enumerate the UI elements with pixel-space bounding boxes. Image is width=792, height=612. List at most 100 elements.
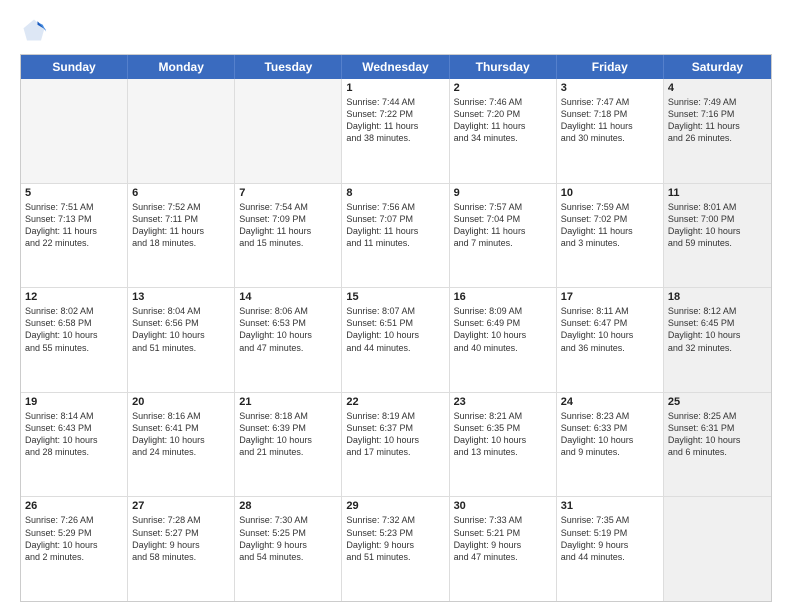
cell-info-text: Sunrise: 8:23 AM Sunset: 6:33 PM Dayligh…	[561, 410, 659, 459]
cell-info-text: Sunrise: 7:52 AM Sunset: 7:11 PM Dayligh…	[132, 201, 230, 250]
day-number: 23	[454, 396, 552, 408]
weekday-header-thursday: Thursday	[450, 55, 557, 79]
logo	[20, 16, 52, 44]
cell-info-text: Sunrise: 8:04 AM Sunset: 6:56 PM Dayligh…	[132, 305, 230, 354]
calendar-cell-8: 8Sunrise: 7:56 AM Sunset: 7:07 PM Daylig…	[342, 184, 449, 288]
day-number: 4	[668, 82, 767, 94]
cell-info-text: Sunrise: 7:44 AM Sunset: 7:22 PM Dayligh…	[346, 96, 444, 145]
cell-info-text: Sunrise: 8:09 AM Sunset: 6:49 PM Dayligh…	[454, 305, 552, 354]
cell-info-text: Sunrise: 8:11 AM Sunset: 6:47 PM Dayligh…	[561, 305, 659, 354]
calendar-cell-empty-0-1	[128, 79, 235, 183]
calendar-cell-25: 25 Sunrise: 8:25 AM Sunset: 6:31 PM Dayli…	[664, 393, 771, 497]
day-number: 1	[346, 82, 444, 94]
day-number: 31	[561, 500, 659, 512]
calendar-cell-15: 15 Sunrise: 8:07 AM Sunset: 6:51 PM Dayli…	[342, 288, 449, 392]
cell-info-text: Sunrise: 8:25 AM Sunset: 6:31 PM Dayligh…	[668, 410, 767, 459]
cell-info-text: Sunrise: 8:07 AM Sunset: 6:51 PM Dayligh…	[346, 305, 444, 354]
logo-icon	[20, 16, 48, 44]
day-number: 14	[239, 291, 337, 303]
calendar-cell-31: 31 Sunrise: 7:35 AM Sunset: 5:19 PM Dayli…	[557, 497, 664, 601]
calendar-cell-9: 9 Sunrise: 7:57 AM Sunset: 7:04 PM Daylig…	[450, 184, 557, 288]
cell-info-text: Sunrise: 7:57 AM Sunset: 7:04 PM Dayligh…	[454, 201, 552, 250]
cell-info-text: Sunrise: 7:54 AM Sunset: 7:09 PM Dayligh…	[239, 201, 337, 250]
cell-info-text: Sunrise: 7:30 AM Sunset: 5:25 PM Dayligh…	[239, 514, 337, 563]
calendar-cell-14: 14 Sunrise: 8:06 AM Sunset: 6:53 PM Dayli…	[235, 288, 342, 392]
day-number: 15	[346, 291, 444, 303]
calendar-cell-3: 3 Sunrise: 7:47 AM Sunset: 7:18 PM Daylig…	[557, 79, 664, 183]
calendar-cell-22: 22Sunrise: 8:19 AM Sunset: 6:37 PM Dayli…	[342, 393, 449, 497]
cell-info-text: Sunrise: 7:49 AM Sunset: 7:16 PM Dayligh…	[668, 96, 767, 145]
calendar-row-1: 5 Sunrise: 7:51 AM Sunset: 7:13 PM Daylig…	[21, 184, 771, 289]
day-number: 18	[668, 291, 767, 303]
calendar-cell-29: 29 Sunrise: 7:32 AM Sunset: 5:23 PM Dayli…	[342, 497, 449, 601]
calendar-row-2: 12 Sunrise: 8:02 AM Sunset: 6:58 PM Dayli…	[21, 288, 771, 393]
cell-info-text: Sunrise: 8:16 AM Sunset: 6:41 PM Dayligh…	[132, 410, 230, 459]
calendar-cell-13: 13 Sunrise: 8:04 AM Sunset: 6:56 PM Dayli…	[128, 288, 235, 392]
calendar-cell-30: 30Sunrise: 7:33 AM Sunset: 5:21 PM Dayli…	[450, 497, 557, 601]
day-number: 5	[25, 187, 123, 199]
day-number: 3	[561, 82, 659, 94]
cell-info-text: Sunrise: 7:32 AM Sunset: 5:23 PM Dayligh…	[346, 514, 444, 563]
day-number: 20	[132, 396, 230, 408]
day-number: 12	[25, 291, 123, 303]
day-number: 6	[132, 187, 230, 199]
calendar-cell-28: 28Sunrise: 7:30 AM Sunset: 5:25 PM Dayli…	[235, 497, 342, 601]
calendar-row-4: 26 Sunrise: 7:26 AM Sunset: 5:29 PM Dayli…	[21, 497, 771, 601]
cell-info-text: Sunrise: 7:35 AM Sunset: 5:19 PM Dayligh…	[561, 514, 659, 563]
cell-info-text: Sunrise: 8:14 AM Sunset: 6:43 PM Dayligh…	[25, 410, 123, 459]
calendar-row-3: 19Sunrise: 8:14 AM Sunset: 6:43 PM Dayli…	[21, 393, 771, 498]
cell-info-text: Sunrise: 7:26 AM Sunset: 5:29 PM Dayligh…	[25, 514, 123, 563]
calendar-cell-6: 6 Sunrise: 7:52 AM Sunset: 7:11 PM Daylig…	[128, 184, 235, 288]
calendar-cell-24: 24 Sunrise: 8:23 AM Sunset: 6:33 PM Dayli…	[557, 393, 664, 497]
cell-info-text: Sunrise: 8:18 AM Sunset: 6:39 PM Dayligh…	[239, 410, 337, 459]
calendar-cell-27: 27 Sunrise: 7:28 AM Sunset: 5:27 PM Dayli…	[128, 497, 235, 601]
day-number: 29	[346, 500, 444, 512]
day-number: 9	[454, 187, 552, 199]
weekday-header-sunday: Sunday	[21, 55, 128, 79]
calendar-cell-16: 16 Sunrise: 8:09 AM Sunset: 6:49 PM Dayli…	[450, 288, 557, 392]
cell-info-text: Sunrise: 7:56 AM Sunset: 7:07 PM Dayligh…	[346, 201, 444, 250]
weekday-header-monday: Monday	[128, 55, 235, 79]
day-number: 25	[668, 396, 767, 408]
calendar-cell-12: 12 Sunrise: 8:02 AM Sunset: 6:58 PM Dayli…	[21, 288, 128, 392]
calendar-cell-4: 4 Sunrise: 7:49 AM Sunset: 7:16 PM Daylig…	[664, 79, 771, 183]
cell-info-text: Sunrise: 7:47 AM Sunset: 7:18 PM Dayligh…	[561, 96, 659, 145]
weekday-header-saturday: Saturday	[664, 55, 771, 79]
cell-info-text: Sunrise: 7:59 AM Sunset: 7:02 PM Dayligh…	[561, 201, 659, 250]
calendar-row-0: 1 Sunrise: 7:44 AM Sunset: 7:22 PM Daylig…	[21, 79, 771, 184]
calendar-cell-21: 21 Sunrise: 8:18 AM Sunset: 6:39 PM Dayli…	[235, 393, 342, 497]
calendar-body: 1 Sunrise: 7:44 AM Sunset: 7:22 PM Daylig…	[21, 79, 771, 601]
calendar-cell-17: 17 Sunrise: 8:11 AM Sunset: 6:47 PM Dayli…	[557, 288, 664, 392]
cell-info-text: Sunrise: 8:19 AM Sunset: 6:37 PM Dayligh…	[346, 410, 444, 459]
calendar: SundayMondayTuesdayWednesdayThursdayFrid…	[20, 54, 772, 602]
day-number: 17	[561, 291, 659, 303]
page: SundayMondayTuesdayWednesdayThursdayFrid…	[0, 0, 792, 612]
cell-info-text: Sunrise: 7:51 AM Sunset: 7:13 PM Dayligh…	[25, 201, 123, 250]
calendar-cell-18: 18Sunrise: 8:12 AM Sunset: 6:45 PM Dayli…	[664, 288, 771, 392]
calendar-cell-7: 7Sunrise: 7:54 AM Sunset: 7:09 PM Daylig…	[235, 184, 342, 288]
cell-info-text: Sunrise: 7:28 AM Sunset: 5:27 PM Dayligh…	[132, 514, 230, 563]
day-number: 11	[668, 187, 767, 199]
weekday-header-wednesday: Wednesday	[342, 55, 449, 79]
cell-info-text: Sunrise: 8:01 AM Sunset: 7:00 PM Dayligh…	[668, 201, 767, 250]
calendar-cell-2: 2Sunrise: 7:46 AM Sunset: 7:20 PM Daylig…	[450, 79, 557, 183]
calendar-cell-19: 19Sunrise: 8:14 AM Sunset: 6:43 PM Dayli…	[21, 393, 128, 497]
day-number: 27	[132, 500, 230, 512]
cell-info-text: Sunrise: 7:46 AM Sunset: 7:20 PM Dayligh…	[454, 96, 552, 145]
day-number: 26	[25, 500, 123, 512]
calendar-cell-empty-0-2	[235, 79, 342, 183]
calendar-cell-10: 10 Sunrise: 7:59 AM Sunset: 7:02 PM Dayli…	[557, 184, 664, 288]
cell-info-text: Sunrise: 8:06 AM Sunset: 6:53 PM Dayligh…	[239, 305, 337, 354]
calendar-cell-1: 1 Sunrise: 7:44 AM Sunset: 7:22 PM Daylig…	[342, 79, 449, 183]
header	[20, 16, 772, 44]
calendar-cell-empty-0-0	[21, 79, 128, 183]
day-number: 10	[561, 187, 659, 199]
calendar-cell-11: 11 Sunrise: 8:01 AM Sunset: 7:00 PM Dayli…	[664, 184, 771, 288]
weekday-header-tuesday: Tuesday	[235, 55, 342, 79]
cell-info-text: Sunrise: 8:02 AM Sunset: 6:58 PM Dayligh…	[25, 305, 123, 354]
day-number: 16	[454, 291, 552, 303]
cell-info-text: Sunrise: 8:21 AM Sunset: 6:35 PM Dayligh…	[454, 410, 552, 459]
day-number: 13	[132, 291, 230, 303]
day-number: 24	[561, 396, 659, 408]
day-number: 21	[239, 396, 337, 408]
